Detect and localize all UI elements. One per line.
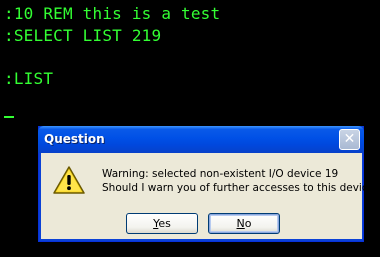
dialog-body: Warning: selected non-existent I/O devic… xyxy=(42,153,380,239)
message-line-2: Should I warn you of further accesses to… xyxy=(102,182,380,194)
terminal-line-1: :10 REM this is a test xyxy=(4,4,221,23)
dialog-message: Warning: selected non-existent I/O devic… xyxy=(102,167,380,195)
terminal-line-3: :LIST xyxy=(4,69,54,88)
no-accelerator: N xyxy=(236,217,245,230)
yes-label-rest: es xyxy=(158,217,171,230)
close-icon: ✕ xyxy=(343,131,356,147)
question-dialog: Question ✕ Warning: selected non-existen… xyxy=(38,126,380,242)
no-label-rest: o xyxy=(244,217,252,230)
dialog-title: Question xyxy=(44,132,105,146)
no-button[interactable]: No xyxy=(208,213,280,234)
close-button[interactable]: ✕ xyxy=(339,129,360,150)
terminal-cursor xyxy=(4,116,14,118)
warning-icon xyxy=(53,166,85,194)
terminal-line-2: :SELECT LIST 219 xyxy=(4,26,162,45)
message-line-1: Warning: selected non-existent I/O devic… xyxy=(102,168,339,180)
yes-button[interactable]: Yes xyxy=(126,213,198,234)
dialog-title-bar[interactable]: Question ✕ xyxy=(38,126,364,153)
